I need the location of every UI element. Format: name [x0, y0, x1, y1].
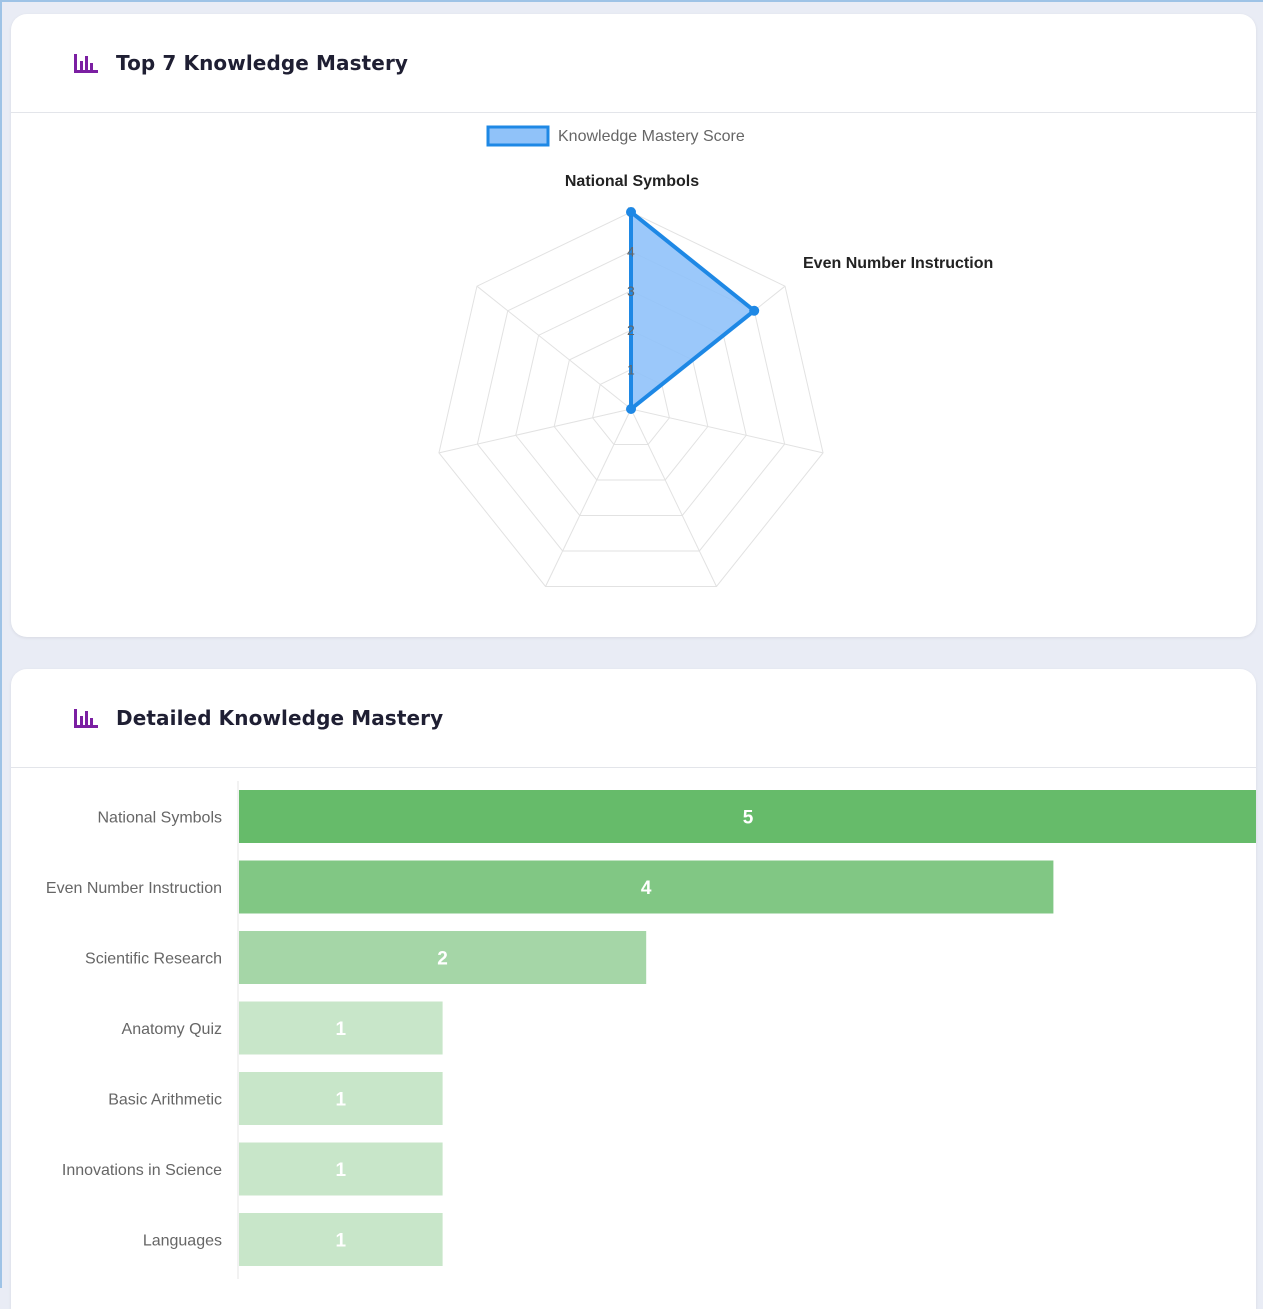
bar-category-label: Even Number Instruction [46, 880, 222, 897]
radar-axis-label: National Symbols [565, 173, 699, 190]
chart-legend: Knowledge Mastery Score [486, 125, 745, 147]
radar-point [749, 305, 760, 316]
radar-tick-label: 3 [627, 283, 635, 299]
bar-chart-icon [74, 709, 98, 728]
legend-swatch [486, 125, 550, 147]
radar-spoke [438, 408, 632, 454]
radar-spoke [476, 285, 632, 410]
top-knowledge-card: Top 7 Knowledge Mastery Knowledge Master… [11, 14, 1256, 637]
radar-spoke [630, 408, 717, 587]
radar-tick-label: 1 [627, 362, 635, 378]
bar-value-label: 5 [743, 808, 754, 829]
radar-tick-label: 2 [627, 322, 635, 338]
radar-spoke [630, 408, 824, 454]
bar-category-label: Basic Arithmetic [108, 1092, 222, 1109]
card-header: Detailed Knowledge Mastery [11, 669, 1256, 768]
bar-value-label: 2 [437, 949, 448, 970]
radar-spoke [545, 408, 632, 587]
bar-value-label: 1 [336, 1090, 347, 1111]
bar-category-label: Anatomy Quiz [122, 1021, 222, 1038]
bar-value-label: 1 [336, 1160, 347, 1181]
card-header: Top 7 Knowledge Mastery [11, 14, 1256, 113]
bar-value-label: 4 [641, 878, 652, 899]
bar-category-label: National Symbols [98, 810, 223, 827]
legend-label: Knowledge Mastery Score [558, 128, 745, 145]
bar-category-label: Innovations in Science [62, 1162, 222, 1179]
radar-point [626, 207, 636, 217]
bar-category-label: Scientific Research [85, 951, 222, 968]
radar-chart: Knowledge Mastery Score12345National Sym… [438, 125, 993, 587]
bar-category-label: Languages [143, 1233, 222, 1250]
card-title: Top 7 Knowledge Mastery [116, 51, 409, 75]
detailed-knowledge-card: Detailed Knowledge Mastery National Symb… [11, 669, 1256, 1309]
bar-value-label: 1 [336, 1019, 347, 1040]
card-title: Detailed Knowledge Mastery [116, 706, 444, 730]
radar-tick-label: 4 [627, 243, 635, 259]
bar-value-label: 1 [336, 1231, 347, 1252]
radar-point [626, 404, 636, 414]
bar-chart: National Symbols 5 Even Number Instruction… [46, 781, 1256, 1279]
radar-axis-label: Even Number Instruction [803, 255, 993, 272]
bar-chart-icon [74, 54, 98, 73]
